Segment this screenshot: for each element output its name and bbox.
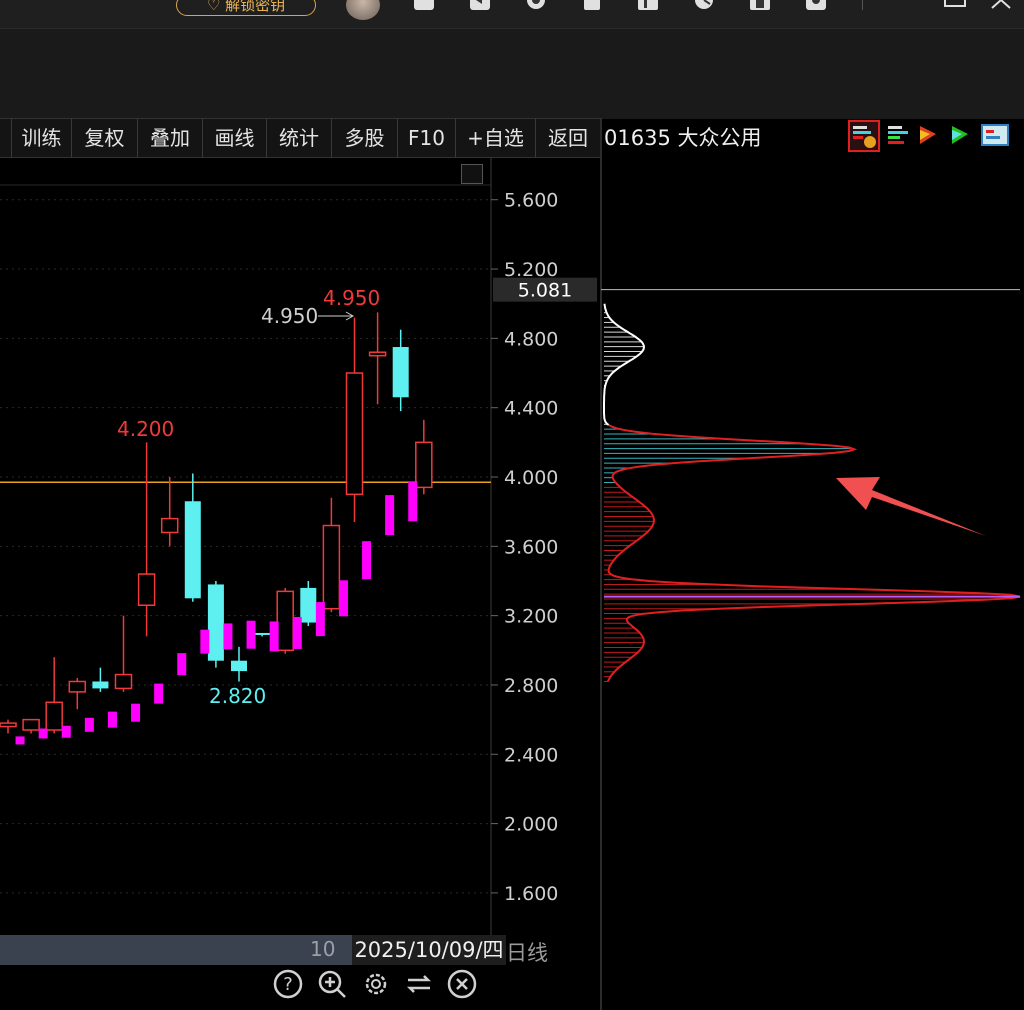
price-tick-label: 3.600	[504, 536, 558, 558]
volume-mark	[408, 481, 418, 522]
volume-mark	[200, 629, 210, 654]
candle-body-up	[22, 718, 40, 731]
price-tick-label: 2.000	[504, 814, 558, 836]
cursor-date: 2025/10/09/四	[352, 935, 506, 965]
price-tick-label: 4.000	[504, 467, 558, 489]
zoom-in-icon[interactable]	[316, 968, 348, 1000]
profile-outline-upper	[603, 303, 646, 426]
volume-mark	[177, 653, 187, 676]
candle-body-up	[368, 351, 387, 357]
candle-body-down	[254, 632, 271, 635]
volume-mark	[269, 621, 279, 652]
candle-body-down	[300, 587, 317, 623]
candle-body-up	[0, 722, 17, 728]
price-tick-label: 4.400	[504, 398, 558, 420]
price-tick-label: 2.400	[504, 744, 558, 766]
candle-body-up	[137, 573, 156, 606]
volume-mark	[38, 728, 48, 739]
close-icon[interactable]	[446, 968, 478, 1000]
high-label-white: 4.950	[261, 304, 318, 328]
pointer-arrow	[836, 477, 986, 536]
low-label: 2.820	[209, 684, 266, 708]
candle-body-down	[231, 660, 247, 672]
chart-canvas[interactable]: 5.6005.2004.8004.4004.0003.6003.2002.800…	[0, 0, 1024, 1010]
chart-window-toggle-icon[interactable]	[461, 164, 483, 184]
candle-body-up	[415, 441, 433, 489]
volume-mark	[362, 541, 372, 580]
candle-body-down	[392, 347, 409, 398]
volume-mark	[385, 495, 395, 536]
candle-body-up	[276, 590, 294, 652]
volume-mark	[61, 725, 71, 738]
volume-mark	[107, 711, 117, 728]
timeline-number: 10	[310, 937, 336, 961]
volume-mark	[246, 620, 256, 649]
candle-body-down	[184, 501, 201, 599]
candle-body-up	[45, 701, 63, 731]
volume-mark	[84, 717, 94, 732]
period-label[interactable]: 日线	[506, 937, 548, 967]
volume-mark	[315, 602, 325, 637]
refresh-icon[interactable]	[403, 968, 435, 1000]
profile-outline-lower	[606, 424, 1021, 682]
settings-icon[interactable]	[360, 968, 392, 1000]
svg-text:?: ?	[283, 974, 293, 995]
candle-body-up	[322, 524, 341, 610]
candle-body-down	[207, 584, 224, 661]
volume-mark	[15, 736, 25, 745]
volume-mark	[338, 580, 348, 617]
candle-body-up	[68, 680, 87, 693]
price-tick-label: 5.600	[504, 190, 558, 212]
candle-body-down	[92, 681, 109, 689]
volume-mark	[154, 683, 164, 704]
price-tick-label: 4.800	[504, 328, 558, 350]
help-icon[interactable]: ?	[272, 968, 304, 1000]
current-price-label: 5.081	[518, 280, 572, 302]
volume-mark	[292, 616, 302, 649]
candle-body-up	[345, 372, 364, 496]
high-label-red: 4.950	[323, 286, 380, 310]
price-tick-label: 3.200	[504, 606, 558, 628]
price-tick-label: 1.600	[504, 883, 558, 905]
price-tick-label: 2.800	[504, 675, 558, 697]
candle-body-up	[114, 673, 133, 690]
peak-label: 4.200	[117, 417, 174, 441]
volume-mark	[223, 623, 233, 650]
candle-body-up	[160, 517, 179, 534]
volume-mark	[131, 703, 141, 722]
